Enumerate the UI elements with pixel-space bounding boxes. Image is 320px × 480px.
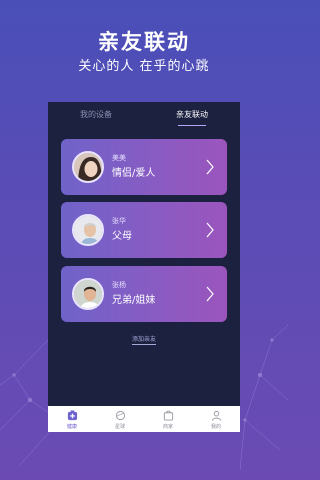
tab-family-link[interactable]: 亲友联动 [144,102,240,128]
contact-relation: 父母 [112,231,132,242]
chevron-right-icon [206,286,214,302]
avatar [72,214,104,246]
nav-label: 星球 [114,424,125,430]
woman-avatar-icon [74,153,102,181]
chevron-right-icon [206,222,214,238]
avatar [72,278,104,310]
older-man-avatar-icon [74,216,102,244]
contact-name: 张华 [112,217,126,225]
avatar [72,151,104,183]
add-contact-link-wrapper: 添加亲友 [48,334,240,345]
nav-item-profile[interactable]: 我的 [192,406,240,432]
nav-label: 商家 [162,424,173,430]
nav-item-shop[interactable]: 商家 [144,406,192,432]
nav-item-health[interactable]: 健康 [48,406,96,432]
tab-my-devices[interactable]: 我的设备 [48,102,144,128]
contact-card-zhangyang[interactable]: 张杨 兄弟/姐妹 [61,266,227,322]
health-icon [67,410,77,421]
planet-icon [115,410,125,421]
contact-relation: 情侣/爱人 [112,168,156,179]
contact-relation: 兄弟/姐妹 [112,295,156,306]
tab-bar: 我的设备 亲友联动 [48,102,240,128]
nav-label: 健康 [66,424,77,430]
page-title: 亲友联动 [98,30,190,54]
contact-name: 美美 [112,154,126,162]
bottom-navigation: 健康 星球 商家 我的 [48,406,240,432]
contact-card-zhanghua[interactable]: 张华 父母 [61,202,227,258]
young-man-avatar-icon [74,280,102,308]
contact-name: 张杨 [112,281,126,289]
shop-icon [163,410,173,421]
profile-icon [211,410,221,421]
chevron-right-icon [206,159,214,175]
page-subtitle: 关心的人 在乎的心跳 [78,59,210,74]
app-screen: 我的设备 亲友联动 美美 情侣/爱人 张华 父母 张杨 兄弟/姐妹 添加亲友 健… [48,102,240,432]
contact-card-meimei[interactable]: 美美 情侣/爱人 [61,139,227,195]
add-contact-link[interactable]: 添加亲友 [131,336,156,345]
nav-item-planet[interactable]: 星球 [96,406,144,432]
nav-label: 我的 [210,424,221,430]
